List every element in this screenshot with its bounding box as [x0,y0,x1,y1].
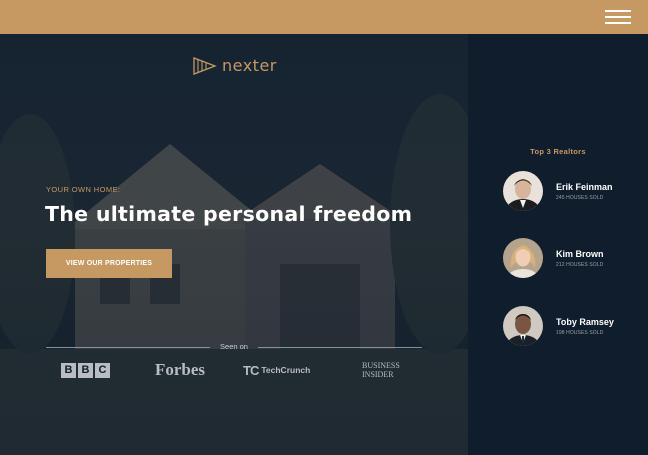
nexter-logo[interactable]: nexter [193,56,277,75]
bbc-logo: B B C [61,360,112,380]
realtor-name: Erik Feinman [556,181,613,192]
business-insider-line: INSIDER [362,370,394,379]
house-background-image [0,94,468,455]
bbc-letter-box: B [78,362,93,378]
realtor-houses-sold: 212 houses sold [556,261,604,268]
avatar [503,171,543,211]
realtor-card[interactable]: Erik Feinman 245 houses sold [503,171,613,211]
view-properties-button[interactable]: View our properties [46,249,172,278]
menu-line [605,16,631,18]
realtors-sidebar: Top 3 Realtors Erik Feinman 245 houses s… [468,34,648,455]
realtor-houses-sold: 198 houses sold [556,329,604,336]
seen-on-label: Seen on [220,342,248,351]
realtor-houses-sold: 245 houses sold [556,194,604,201]
menu-line [605,10,631,12]
hero-headline: The ultimate personal freedom [45,202,413,226]
realtor-name: Toby Ramsey [556,316,614,327]
hero-section: nexter Your own home: The ultimate perso… [0,34,468,455]
realtors-title: Top 3 Realtors [530,147,586,156]
logo-wordmark: nexter [222,56,277,75]
divider-line [46,347,210,348]
techcrunch-wordmark: TechCrunch [261,365,311,375]
realtor-name: Kim Brown [556,248,604,259]
top-bar [0,0,648,34]
techcrunch-logo: TC TechCrunch [243,360,310,380]
techcrunch-mark: TC [243,362,259,378]
hamburger-menu-icon[interactable] [605,9,631,25]
avatar [503,238,543,278]
forbes-logo: Forbes [155,360,206,379]
menu-line [605,22,631,24]
bbc-letter-box: C [95,362,110,378]
divider-line [258,347,422,348]
business-insider-logo: BUSINESS INSIDER [362,361,400,381]
bbc-letter-box: B [61,362,76,378]
hero-eyebrow: Your own home: [46,185,121,194]
avatar [503,306,543,346]
business-insider-line: BUSINESS [362,361,400,370]
triangle-play-logo-icon [193,56,217,75]
realtor-card[interactable]: Kim Brown 212 houses sold [503,238,604,278]
realtor-card[interactable]: Toby Ramsey 198 houses sold [503,306,614,346]
